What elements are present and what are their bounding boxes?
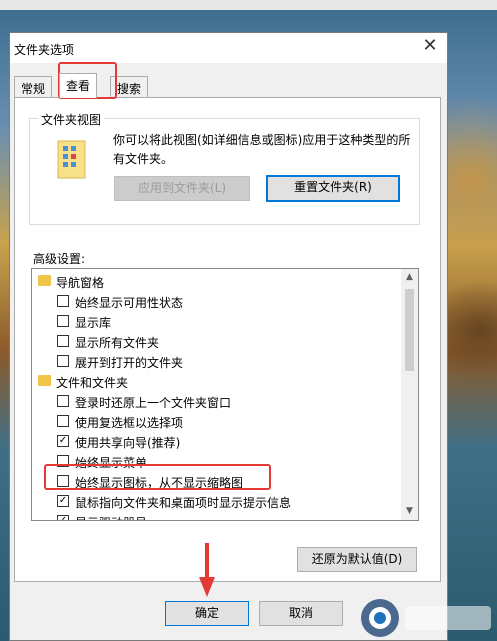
advanced-settings-label: 高级设置: (33, 252, 86, 266)
title-bar: 文件夹选项 ✕ (10, 33, 447, 63)
settings-option[interactable]: 登录时还原上一个文件夹窗口 (32, 392, 400, 412)
advanced-settings-scrollbar[interactable]: ▲ ▼ (401, 269, 418, 520)
option-label: 登录时还原上一个文件夹窗口 (75, 396, 232, 410)
folder-icon (38, 275, 51, 286)
apply-to-folders-button[interactable]: 应用到文件夹(L) (114, 176, 250, 201)
settings-option[interactable]: 显示所有文件夹 (32, 332, 400, 352)
settings-option[interactable]: ✓ 显示驱动器号 (32, 512, 400, 520)
highlight-always-show-icons (44, 464, 271, 490)
settings-category: 导航窗格 (32, 272, 400, 292)
settings-option[interactable]: 显示库 (32, 312, 400, 332)
folder-icon (38, 375, 51, 386)
folder-options-dialog: 文件夹选项 ✕ 常规 查看 搜索 文件夹视图 你可以将此视图(如详细信息或图标)… (9, 32, 448, 641)
checkbox[interactable]: ✓ (57, 515, 69, 520)
option-label: 显示所有文件夹 (75, 336, 160, 350)
option-label: 始终显示可用性状态 (75, 296, 184, 310)
ok-button[interactable]: 确定 (165, 601, 249, 626)
checkbox[interactable] (57, 315, 69, 327)
scroll-thumb[interactable] (405, 289, 414, 371)
checkbox[interactable]: ✓ (57, 435, 69, 447)
settings-category: 文件和文件夹 (32, 372, 400, 392)
settings-option[interactable]: ✓ 鼠标指向文件夹和桌面项时显示提示信息 (32, 492, 400, 512)
red-arrow-icon (199, 543, 215, 597)
watermark-logo (361, 599, 491, 637)
checkbox[interactable] (57, 335, 69, 347)
scroll-up-icon[interactable]: ▲ (401, 269, 418, 286)
background-window-strip (0, 0, 497, 10)
option-label: 使用复选框以选择项 (75, 416, 184, 430)
checkbox[interactable]: ✓ (57, 495, 69, 507)
checkbox[interactable] (57, 395, 69, 407)
checkbox[interactable] (57, 415, 69, 427)
checkbox[interactable] (57, 355, 69, 367)
scroll-down-icon[interactable]: ▼ (401, 503, 418, 520)
folder-views-legend: 文件夹视图 (38, 111, 105, 128)
option-label: 鼠标指向文件夹和桌面项时显示提示信息 (75, 496, 292, 510)
checkbox[interactable] (57, 295, 69, 307)
reset-folders-button[interactable]: 重置文件夹(R) (266, 175, 400, 202)
settings-option[interactable]: 展开到打开的文件夹 (32, 352, 400, 372)
settings-option[interactable]: ✓ 使用共享向导(推荐) (32, 432, 400, 452)
option-label: 显示驱动器号 (75, 514, 147, 520)
close-icon[interactable]: ✕ (421, 37, 439, 55)
settings-option[interactable]: 始终显示可用性状态 (32, 292, 400, 312)
tab-general[interactable]: 常规 (14, 76, 53, 97)
tab-view[interactable]: 查看 (59, 73, 98, 98)
restore-defaults-button[interactable]: 还原为默认值(D) (297, 547, 417, 572)
folder-views-description: 你可以将此视图(如详细信息或图标)应用于这种类型的所有文件夹。 (113, 133, 411, 166)
settings-option[interactable]: 使用复选框以选择项 (32, 412, 400, 432)
folder-view-icon (57, 140, 86, 179)
option-label: 展开到打开的文件夹 (75, 356, 184, 370)
category-label: 文件和文件夹 (56, 376, 129, 390)
option-label: 使用共享向导(推荐) (75, 436, 181, 450)
category-label: 导航窗格 (56, 276, 105, 290)
cancel-button[interactable]: 取消 (259, 601, 343, 626)
dialog-title: 文件夹选项 (14, 43, 75, 57)
option-label: 显示库 (75, 316, 112, 330)
